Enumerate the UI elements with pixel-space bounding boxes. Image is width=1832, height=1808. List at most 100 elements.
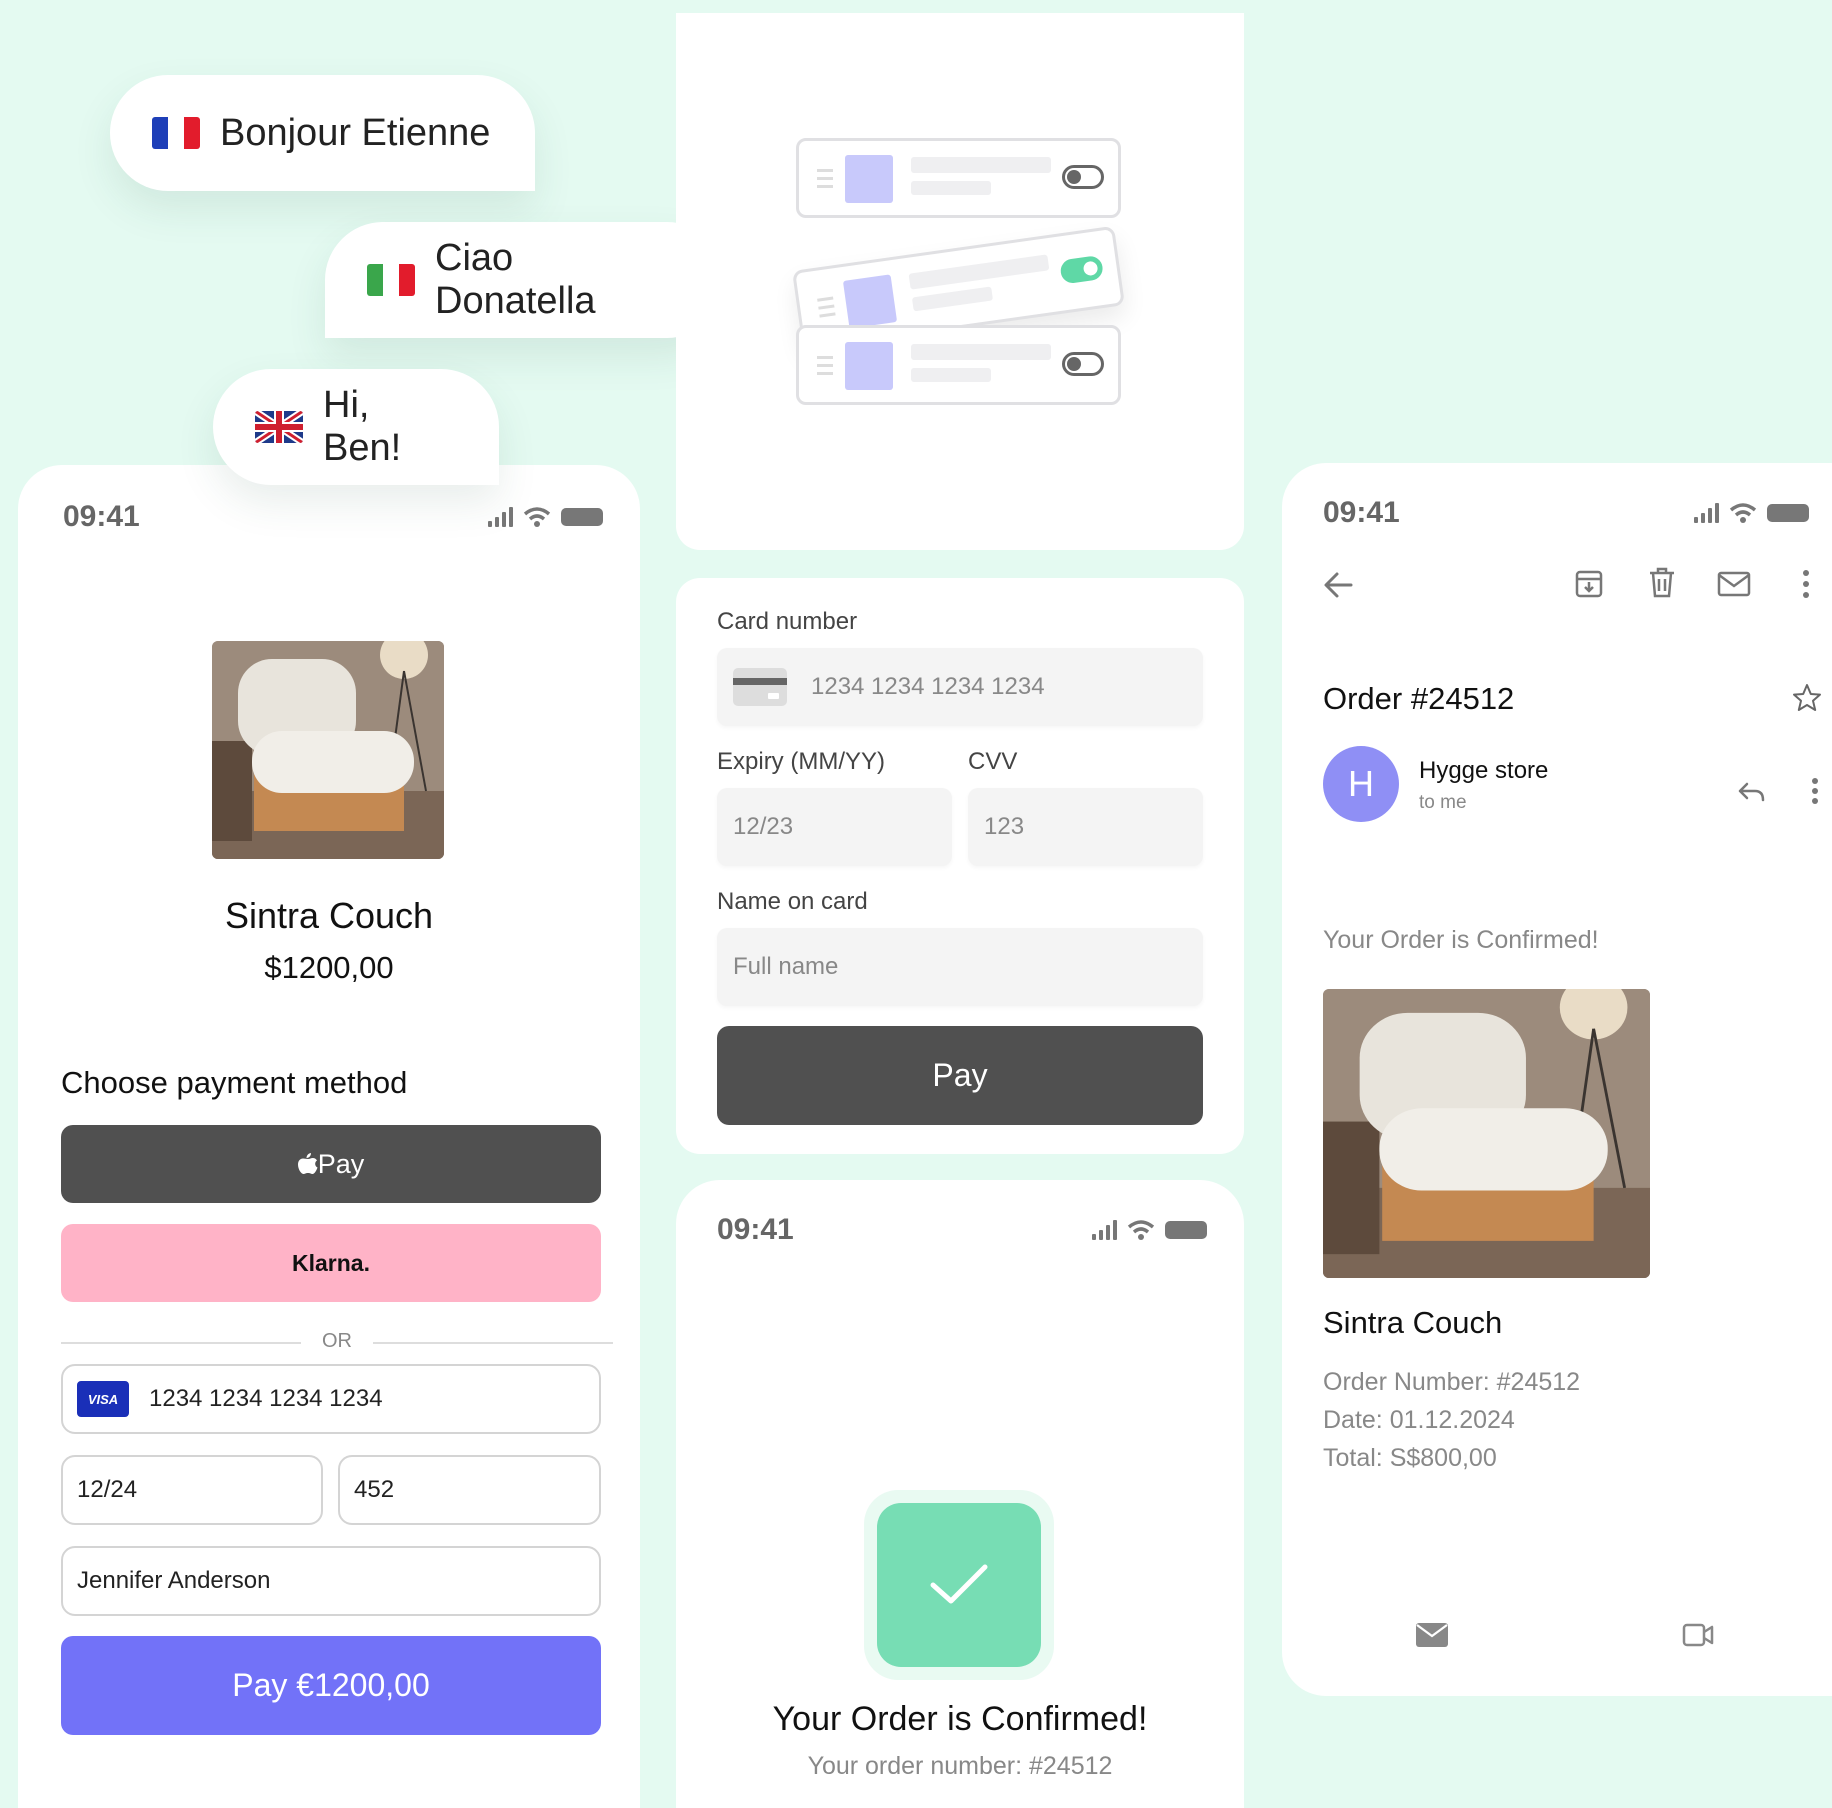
- star-icon[interactable]: [1792, 683, 1822, 713]
- toggle-switch-off[interactable]: [1062, 165, 1104, 189]
- email-product-image: [1323, 989, 1650, 1278]
- trash-icon[interactable]: [1648, 567, 1676, 599]
- status-bar: 09:41: [63, 497, 603, 537]
- card-number-field[interactable]: 1234 1234 1234 1234: [717, 648, 1203, 726]
- row-thumbnail: [845, 342, 893, 390]
- checkmark-badge: [864, 1490, 1054, 1680]
- placeholder-bar: [911, 286, 994, 312]
- apple-logo-icon: [297, 1153, 318, 1174]
- form-pay-button[interactable]: Pay: [717, 1026, 1203, 1125]
- cardholder-name-value: Jennifer Anderson: [77, 1567, 271, 1594]
- toggle-row: [796, 325, 1121, 405]
- more-vertical-icon[interactable]: [1811, 778, 1819, 804]
- archive-icon[interactable]: [1574, 569, 1604, 599]
- flag-uk-icon: [255, 411, 303, 443]
- toggle-row: [796, 138, 1121, 218]
- placeholder-bar: [911, 368, 991, 382]
- greeting-text: Hi, Ben!: [323, 384, 402, 469]
- form-pay-label: Pay: [932, 1057, 988, 1093]
- card-form-panel: Card number 1234 1234 1234 1234 Expiry (…: [676, 578, 1244, 1154]
- order-date-line: Date: 01.12.2024: [1323, 1406, 1515, 1434]
- product-image: [212, 641, 444, 859]
- greeting-text: Ciao Donatella: [435, 237, 596, 322]
- expiry-field[interactable]: 12/23: [717, 788, 952, 866]
- checkmark-icon: [930, 1564, 988, 1604]
- email-heading: Your Order is Confirmed!: [1323, 926, 1599, 954]
- drag-handle-icon: [817, 296, 836, 323]
- more-vertical-icon[interactable]: [1802, 569, 1810, 599]
- divider-line: [373, 1342, 613, 1344]
- card-number-input[interactable]: VISA 1234 1234 1234 1234: [61, 1364, 601, 1434]
- expiry-value: 12/24: [77, 1476, 138, 1503]
- sender-initial: H: [1348, 763, 1374, 804]
- expiry-placeholder: 12/23: [733, 813, 794, 840]
- cardholder-name-input[interactable]: Jennifer Anderson: [61, 1546, 601, 1616]
- expiry-label: Expiry (MM/YY): [717, 748, 885, 775]
- expiry-input[interactable]: 12/24: [61, 1455, 323, 1525]
- flag-italy-icon: [367, 264, 415, 296]
- klarna-button[interactable]: Klarna.: [61, 1224, 601, 1302]
- battery-icon: [1165, 1221, 1207, 1239]
- back-arrow-icon[interactable]: [1323, 571, 1353, 599]
- email-product-name: Sintra Couch: [1323, 1305, 1503, 1340]
- email-subject: Order #24512: [1323, 681, 1515, 716]
- card-number-label: Card number: [717, 608, 858, 635]
- placeholder-bar: [908, 254, 1050, 290]
- greeting-text: Bonjour Etienne: [220, 111, 491, 154]
- mail-tab-icon[interactable]: [1416, 1623, 1448, 1647]
- visa-logo-icon: VISA: [77, 1381, 129, 1417]
- flag-france-icon: [152, 117, 200, 149]
- drag-handle-icon: [817, 356, 833, 380]
- signal-icon: [1092, 1220, 1117, 1240]
- cvv-field[interactable]: 123: [968, 788, 1203, 866]
- signal-icon: [488, 507, 513, 527]
- cvv-input[interactable]: 452: [338, 1455, 601, 1525]
- greeting-bubble-english: Hi, Ben!: [213, 369, 499, 485]
- order-total-line: Total: S$800,00: [1323, 1444, 1497, 1472]
- product-price: $1200,00: [264, 950, 394, 985]
- status-time: 09:41: [717, 1213, 794, 1246]
- status-bar: 09:41: [1323, 493, 1809, 533]
- payment-section-title: Choose payment method: [61, 1065, 408, 1100]
- checkmark-tile: [877, 1503, 1041, 1667]
- or-divider: OR: [61, 1330, 613, 1354]
- cvv-label: CVV: [968, 748, 1018, 775]
- name-on-card-field[interactable]: Full name: [717, 928, 1203, 1006]
- pay-button[interactable]: Pay €1200,00: [61, 1636, 601, 1735]
- wifi-icon: [523, 507, 551, 527]
- placeholder-bar: [911, 344, 1051, 360]
- card-brand: VISA: [87, 1391, 119, 1407]
- sender-name: Hygge store: [1419, 757, 1549, 784]
- apple-pay-button[interactable]: Pay: [61, 1125, 601, 1203]
- battery-icon: [1767, 504, 1809, 522]
- placeholder-bar: [911, 157, 1051, 173]
- mail-icon[interactable]: [1717, 571, 1751, 597]
- toggle-illustration-card: [676, 13, 1244, 550]
- card-number-placeholder: 1234 1234 1234 1234: [811, 673, 1045, 700]
- row-thumbnail: [842, 274, 898, 329]
- name-on-card-placeholder: Full name: [733, 953, 839, 980]
- row-thumbnail: [845, 155, 893, 203]
- signal-icon: [1694, 503, 1719, 523]
- cvv-placeholder: 123: [984, 813, 1025, 840]
- video-tab-icon[interactable]: [1682, 1623, 1714, 1647]
- checkout-phone-card: 09:41 Sintra Couch $1200,00 Choose payme…: [18, 465, 640, 1808]
- klarna-logo: Klarna.: [292, 1249, 370, 1276]
- confirmation-subtitle: Your order number: #24512: [807, 1752, 1113, 1780]
- wifi-icon: [1127, 1220, 1155, 1240]
- status-time: 09:41: [63, 500, 140, 533]
- sender-avatar: H: [1323, 746, 1399, 822]
- wifi-icon: [1729, 503, 1757, 523]
- reply-icon[interactable]: [1737, 781, 1765, 803]
- name-on-card-label: Name on card: [717, 888, 868, 915]
- pay-button-label: Pay €1200,00: [232, 1667, 430, 1703]
- status-bar: 09:41: [717, 1210, 1207, 1250]
- toggle-switch-on[interactable]: [1059, 254, 1105, 285]
- drag-handle-icon: [817, 169, 833, 193]
- toggle-switch-off[interactable]: [1062, 352, 1104, 376]
- apple-pay-label: Pay: [317, 1148, 365, 1179]
- confirmation-phone-card: 09:41 Your Order is Confirmed! Your orde…: [676, 1180, 1244, 1808]
- battery-icon: [561, 508, 603, 526]
- cvv-value: 452: [354, 1476, 395, 1503]
- greeting-bubble-italian: Ciao Donatella: [325, 222, 725, 338]
